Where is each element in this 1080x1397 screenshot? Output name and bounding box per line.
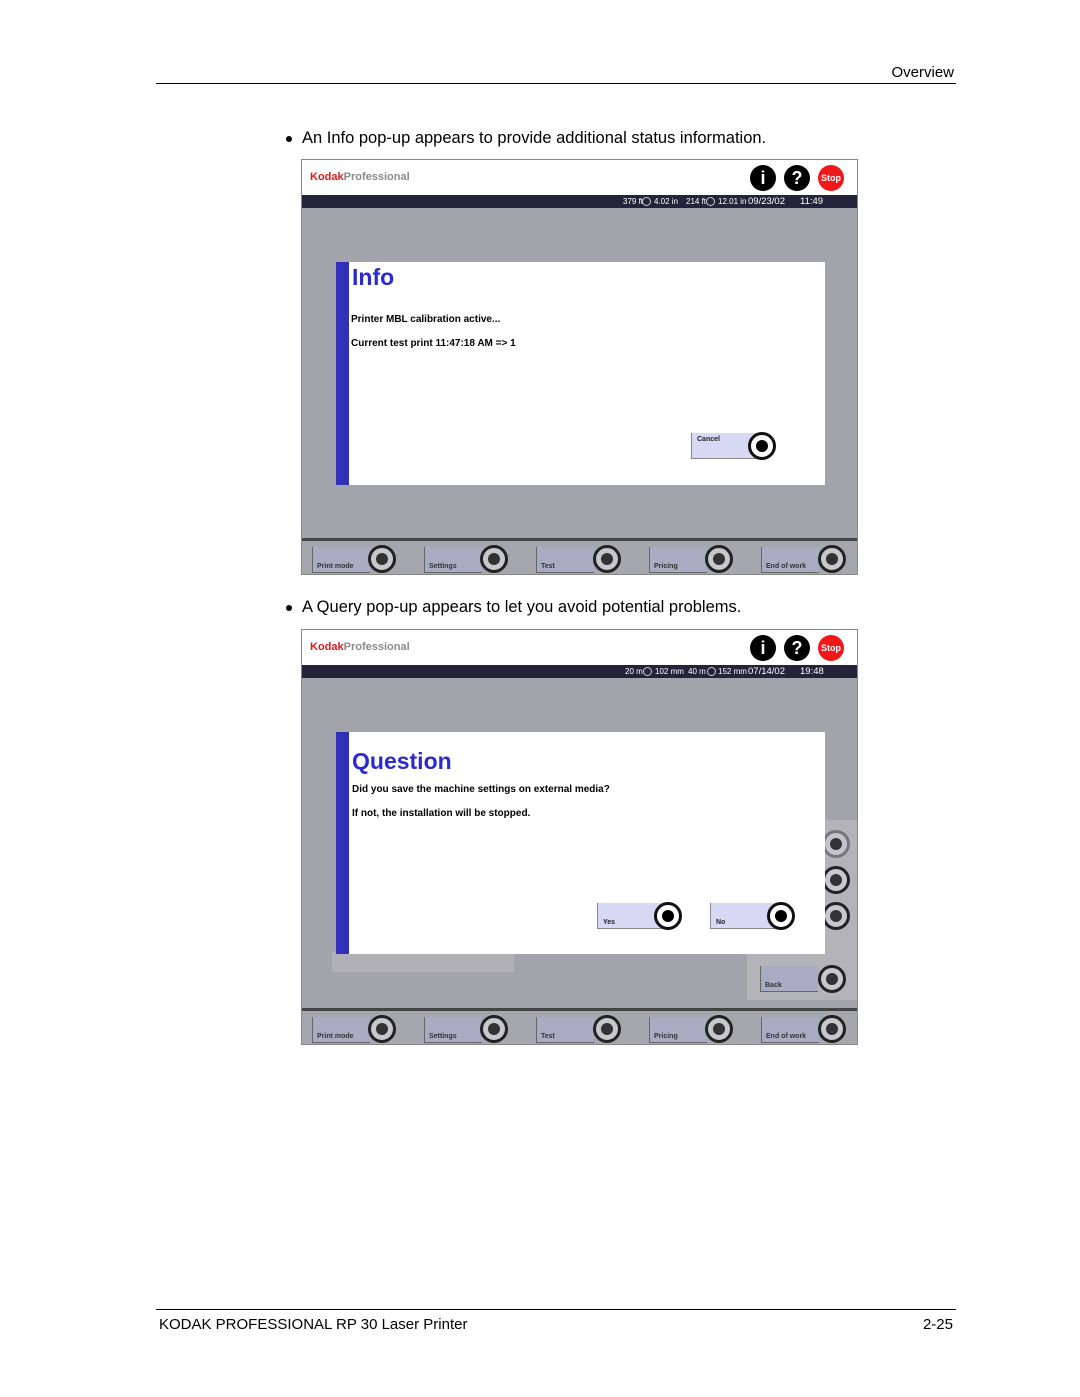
roll-icon [707, 667, 716, 676]
bullet-query: A Query pop-up appears to let you avoid … [286, 598, 741, 617]
cancel-knob-icon[interactable] [748, 432, 776, 460]
roll2-width: 152 mm [718, 667, 747, 676]
app-header: KodakProfessional i ? Stop [302, 160, 857, 195]
roll2-length: 40 m [688, 667, 706, 676]
no-knob-icon[interactable] [767, 902, 795, 930]
knob-icon[interactable] [822, 902, 850, 930]
knob-icon[interactable] [593, 545, 621, 573]
knob-icon[interactable] [822, 866, 850, 894]
roll-icon [642, 197, 651, 206]
status-bar: 379 ft 4.02 in 214 ft 12.01 in 09/23/02 … [302, 195, 857, 208]
info-icon[interactable]: i [750, 165, 776, 191]
roll1-length: 379 ft [623, 197, 644, 206]
knob-icon[interactable] [368, 545, 396, 573]
nav-settings[interactable]: Settings [424, 1017, 482, 1043]
shadow-area [332, 952, 514, 972]
popup-line: If not, the installation will be stopped… [352, 808, 531, 819]
date: 07/14/02 [748, 666, 785, 677]
bullet-text: An Info pop-up appears to provide additi… [302, 129, 767, 147]
roll1-length: 20 m [625, 667, 643, 676]
roll-icon [706, 197, 715, 206]
popup-stripe [336, 262, 349, 485]
knob-icon[interactable] [480, 1015, 508, 1043]
popup-title: Info [352, 264, 395, 290]
nav-test[interactable]: Test [536, 547, 594, 573]
footer-title: KODAK PROFESSIONAL RP 30 Laser Printer [159, 1316, 468, 1333]
back-knob-icon[interactable] [818, 965, 846, 993]
nav-print-mode[interactable]: Print mode [312, 1017, 370, 1043]
nav-print-mode[interactable]: Print mode [312, 547, 370, 573]
info-screenshot: KodakProfessional i ? Stop 379 ft 4.02 i… [301, 159, 858, 575]
running-header: Overview [891, 64, 954, 81]
info-popup: Info Printer MBL calibration active... C… [336, 262, 825, 485]
page-number: 2-25 [922, 1316, 953, 1333]
yes-knob-icon[interactable] [654, 902, 682, 930]
nav-settings[interactable]: Settings [424, 547, 482, 573]
app-header: KodakProfessional i ? Stop [302, 630, 857, 665]
bottom-nav: Print mode Settings Test Pricing End of … [302, 1011, 857, 1044]
nav-test[interactable]: Test [536, 1017, 594, 1043]
stop-button[interactable]: Stop [818, 165, 844, 191]
roll1-width: 4.02 in [654, 197, 679, 206]
knob-icon[interactable] [822, 830, 850, 858]
kodak-logo: KodakProfessional [310, 641, 410, 653]
popup-line: Printer MBL calibration active... [351, 314, 501, 325]
help-icon[interactable]: ? [784, 635, 810, 661]
back-button[interactable]: Back [760, 966, 818, 992]
knob-icon[interactable] [480, 545, 508, 573]
help-icon[interactable]: ? [784, 165, 810, 191]
time: 11:49 [800, 196, 824, 207]
question-popup: Question Did you save the machine settin… [336, 732, 825, 954]
stop-button[interactable]: Stop [818, 635, 844, 661]
knob-icon[interactable] [818, 1015, 846, 1043]
query-screenshot: KodakProfessional i ? Stop 20 m 102 mm 4… [301, 629, 858, 1045]
knob-icon[interactable] [593, 1015, 621, 1043]
date: 09/23/02 [748, 196, 785, 207]
status-bar: 20 m 102 mm 40 m 152 mm 07/14/02 19:48 [302, 665, 857, 678]
popup-line: Current test print 11:47:18 AM => 1 [351, 338, 516, 349]
roll-icon [643, 667, 652, 676]
popup-stripe [336, 732, 349, 954]
time: 19:48 [800, 666, 824, 677]
roll2-length: 214 ft [686, 197, 707, 206]
knob-icon[interactable] [818, 545, 846, 573]
popup-line: Did you save the machine settings on ext… [352, 784, 610, 795]
bottom-nav: Print mode Settings Test Pricing End of … [302, 541, 857, 574]
nav-pricing[interactable]: Pricing [649, 547, 707, 573]
bullet-info: An Info pop-up appears to provide additi… [286, 129, 766, 148]
knob-icon[interactable] [368, 1015, 396, 1043]
footer-rule [156, 1309, 956, 1310]
nav-end-of-work[interactable]: End of work [761, 1017, 819, 1043]
header-rule [156, 83, 956, 84]
bullet-text: A Query pop-up appears to let you avoid … [302, 598, 742, 616]
info-icon[interactable]: i [750, 635, 776, 661]
roll2-width: 12.01 in [718, 197, 747, 206]
nav-end-of-work[interactable]: End of work [761, 547, 819, 573]
roll1-width: 102 mm [655, 667, 684, 676]
nav-pricing[interactable]: Pricing [649, 1017, 707, 1043]
knob-icon[interactable] [705, 1015, 733, 1043]
kodak-logo: KodakProfessional [310, 171, 410, 183]
knob-icon[interactable] [705, 545, 733, 573]
popup-title: Question [352, 748, 452, 774]
